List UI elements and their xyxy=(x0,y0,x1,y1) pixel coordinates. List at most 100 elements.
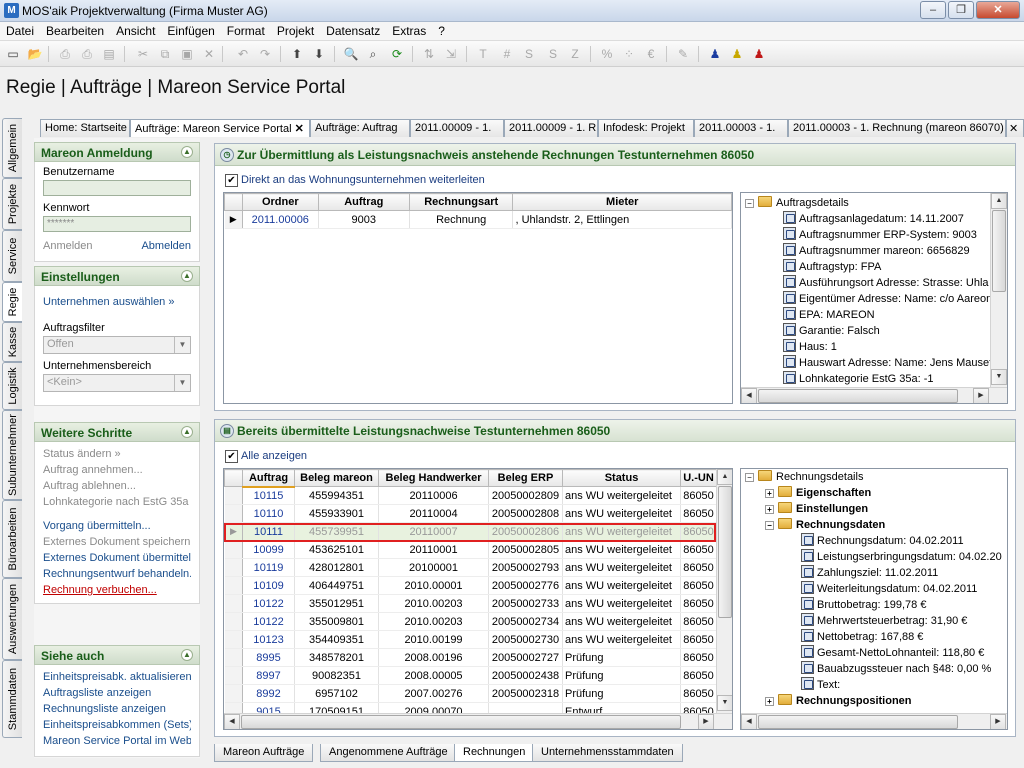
row-pointer-icon[interactable]: ▶ xyxy=(224,522,243,541)
tab-auswertungen[interactable]: Auswertungen xyxy=(2,578,22,660)
row-header[interactable] xyxy=(224,558,243,577)
menu-datensatz[interactable]: Datensatz xyxy=(320,22,386,40)
cell-auftrag[interactable]: 10110 xyxy=(242,504,295,523)
col-ordner[interactable]: Ordner xyxy=(241,193,319,211)
scroll-thumb[interactable] xyxy=(758,389,958,403)
scroll-right-icon[interactable]: ▶ xyxy=(973,388,989,403)
doc-tab-infodesk[interactable]: Infodesk: Projekt xyxy=(598,119,694,137)
tree-vertical-scrollbar[interactable]: ▲ ▼ xyxy=(990,193,1007,387)
table-row[interactable]: 10119 428012801 20100001 20050002793 ans WU … xyxy=(224,558,717,577)
row-header[interactable] xyxy=(224,666,243,685)
cell-auftrag[interactable]: 10122 xyxy=(242,594,295,613)
handle-invoice-draft-link[interactable]: Rechnungsentwurf behandeln... xyxy=(43,566,191,582)
tab-service[interactable]: Service xyxy=(2,230,22,282)
tree-horizontal-scrollbar[interactable]: ◀ ▶ xyxy=(741,713,1007,729)
tree-node[interactable]: Nettobetrag: 167,88 € xyxy=(801,629,923,645)
transmit-process-link[interactable]: Vorgang übermitteln... xyxy=(43,518,191,534)
scroll-left-icon[interactable]: ◀ xyxy=(224,714,240,729)
tree-node[interactable]: Bruttobetrag: 199,78 € xyxy=(801,597,926,613)
close-tab-icon[interactable]: ✕ xyxy=(295,123,304,135)
sum-icon[interactable]: S xyxy=(520,45,538,63)
cell-auftrag[interactable]: 10122 xyxy=(242,612,295,631)
page-setup-icon[interactable]: ▤ xyxy=(100,45,118,63)
scroll-right-icon[interactable]: ▶ xyxy=(990,714,1006,729)
update-price-agreement-link[interactable]: Einheitspreisabk. aktualisieren xyxy=(43,669,191,685)
table-row[interactable]: ▶ 2011.00006 9003 Rechnung , Uhlandstr. … xyxy=(224,210,732,229)
tree-node[interactable]: Rechnungsdatum: 04.02.2011 xyxy=(801,533,964,549)
paste-icon[interactable]: ▣ xyxy=(178,45,196,63)
print-preview-icon[interactable]: ⎙ xyxy=(78,45,96,63)
menu-extras[interactable]: Extras xyxy=(386,22,432,40)
tree-node[interactable]: Zahlungsziel: 11.02.2011 xyxy=(801,565,938,581)
password-field[interactable]: ******* xyxy=(43,216,191,232)
row-header[interactable] xyxy=(224,684,243,703)
redo-icon[interactable]: ↷ xyxy=(256,45,274,63)
col-rechnungsart[interactable]: Rechnungsart xyxy=(408,193,514,211)
undo-icon[interactable]: ↶ xyxy=(234,45,252,63)
menu-help[interactable]: ? xyxy=(432,22,451,40)
row-header[interactable] xyxy=(224,594,243,613)
sort-icon[interactable]: ⇅ xyxy=(420,45,438,63)
tree-node[interactable]: Weiterleitungsdatum: 04.02.2011 xyxy=(801,581,977,597)
see-also-section-header[interactable]: Siehe auch ▲ xyxy=(34,645,200,665)
user-red-icon[interactable]: ♟ xyxy=(750,45,768,63)
select-company-link[interactable]: Unternehmen auswählen » xyxy=(43,294,191,310)
cell-auftrag[interactable]: 10123 xyxy=(242,630,295,649)
collapse-icon[interactable]: ▲ xyxy=(181,426,193,438)
row-header[interactable] xyxy=(224,612,243,631)
expand-icon[interactable]: + xyxy=(765,489,774,498)
doc-tab-auftraege-auftrag[interactable]: Aufträge: Auftrag xyxy=(310,119,410,137)
post-invoice-link[interactable]: Rechnung verbuchen... xyxy=(43,582,191,598)
table-row[interactable]: 8997 90082351 2008.00005 20050002438 Prüfung… xyxy=(224,666,717,685)
col-status[interactable]: Status xyxy=(562,469,681,487)
table-row[interactable]: 10122 355009801 2010.00203 20050002734 ans W… xyxy=(224,612,717,631)
tree-root[interactable]: − Auftragsdetails xyxy=(745,195,849,211)
doc-tab-auftraege-mareon[interactable]: Aufträge: Mareon Service Portal ✕ xyxy=(130,119,310,137)
wage-category-link[interactable]: Lohnkategorie nach EstG 35a » xyxy=(43,494,191,510)
open-folder-icon[interactable]: 📂 xyxy=(26,45,44,63)
menu-ansicht[interactable]: Ansicht xyxy=(110,22,161,40)
cut-icon[interactable]: ✂ xyxy=(134,45,152,63)
cell-auftrag[interactable]: 10109 xyxy=(242,576,295,595)
scroll-left-icon[interactable]: ◀ xyxy=(741,714,757,729)
user-blue-icon[interactable]: ♟ xyxy=(706,45,724,63)
col-beleg-handwerker[interactable]: Beleg Handwerker xyxy=(378,469,489,487)
grid-horizontal-scrollbar[interactable]: ◀ ▶ xyxy=(224,713,732,729)
next-steps-section-header[interactable]: Weitere Schritte ▲ xyxy=(34,422,200,442)
reject-order-link[interactable]: Auftrag ablehnen... xyxy=(43,478,191,494)
tree-node[interactable]: Hauswart Adresse: Name: Jens Mausef xyxy=(783,355,992,371)
text-icon[interactable]: T xyxy=(474,45,492,63)
expand-icon[interactable]: + xyxy=(765,505,774,514)
row-header[interactable] xyxy=(224,576,243,595)
chevron-down-icon[interactable]: ▼ xyxy=(174,337,190,353)
scroll-thumb[interactable] xyxy=(992,210,1006,292)
collapse-icon[interactable]: ▲ xyxy=(181,270,193,282)
close-button[interactable]: ✕ xyxy=(976,1,1020,19)
signature-icon[interactable]: ✎ xyxy=(674,45,692,63)
cell-auftrag[interactable]: 8997 xyxy=(242,666,295,685)
doc-tab-2011-00003-a[interactable]: 2011.00003 - 1. xyxy=(694,119,788,137)
show-all-checkbox[interactable]: ✔ xyxy=(225,450,238,463)
table-row[interactable]: 8992 6957102 2007.00276 20050002318 Prüfung 8… xyxy=(224,684,717,703)
text-format-icon[interactable]: ⇲ xyxy=(442,45,460,63)
tree-group-rechnungspositionen[interactable]: + Rechnungspositionen xyxy=(765,693,912,709)
anmelden-link[interactable]: Anmelden xyxy=(43,240,93,252)
tab-kasse[interactable]: Kasse xyxy=(2,322,22,362)
forward-checkbox[interactable]: ✔ xyxy=(225,174,238,187)
mareon-web-link[interactable]: Mareon Service Portal im Web xyxy=(43,733,191,749)
tree-root[interactable]: − Rechnungsdetails xyxy=(745,469,863,485)
row-header[interactable] xyxy=(224,630,243,649)
tree-node[interactable]: Ausführungsort Adresse: Strasse: Uhla xyxy=(783,275,989,291)
find-icon[interactable]: 🔍 xyxy=(342,45,360,63)
new-file-icon[interactable]: ▭ xyxy=(4,45,22,63)
number-icon[interactable]: # xyxy=(498,45,516,63)
company-area-select[interactable]: <Kein> ▼ xyxy=(43,374,191,392)
minimize-button[interactable]: – xyxy=(920,1,946,19)
tree-node[interactable]: Lohnkategorie EstG 35a: -1 xyxy=(783,371,934,387)
cell-auftrag[interactable]: 8995 xyxy=(242,648,295,667)
doc-tab-2011-00009-b[interactable]: 2011.00009 - 1. R xyxy=(504,119,598,137)
tree-node[interactable]: Bauabzugssteuer nach §48: 0,00 % xyxy=(801,661,991,677)
abmelden-link[interactable]: Abmelden xyxy=(141,238,191,254)
menu-bearbeiten[interactable]: Bearbeiten xyxy=(40,22,110,40)
zero-icon[interactable]: Z xyxy=(566,45,584,63)
